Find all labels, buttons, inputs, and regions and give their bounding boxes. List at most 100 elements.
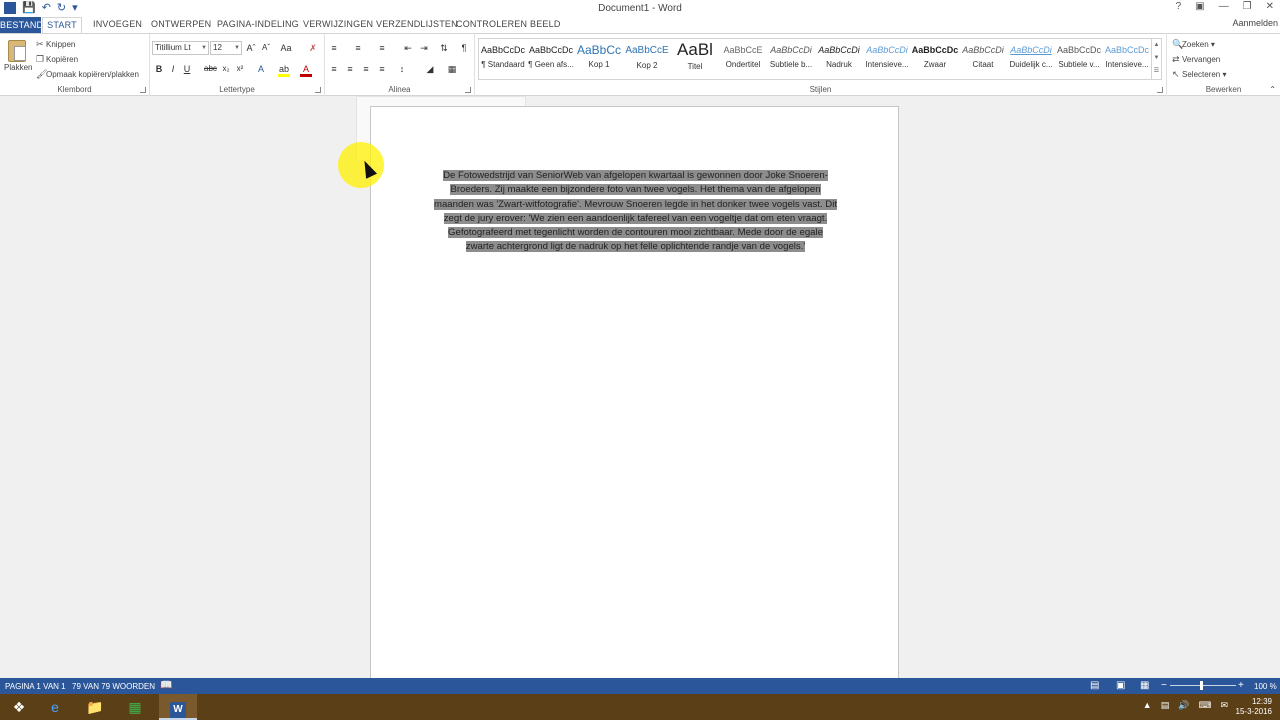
style-tile[interactable]: AaBbCcDi Subtiele b...: [767, 39, 815, 79]
window-title: Document1 - Word: [598, 3, 682, 14]
volume-icon[interactable]: 🔊: [1178, 700, 1189, 711]
proofing-icon[interactable]: 📖: [160, 680, 172, 691]
paste-icon[interactable]: [8, 40, 26, 62]
underline-icon[interactable]: U: [181, 64, 193, 74]
style-tile[interactable]: AaBbCcDc Intensieve...: [1103, 39, 1151, 79]
align-left-icon[interactable]: ≡: [328, 64, 340, 74]
font-size-box[interactable]: 12 ▼: [210, 41, 242, 55]
ribbon-tabs: BESTAND START INVOEGEN ONTWERPEN PAGINA-…: [0, 17, 1280, 34]
gallery-scroll[interactable]: ▲ ▼ ☰: [1151, 39, 1161, 79]
style-tile[interactable]: AaBbCcDi Duidelijk c...: [1007, 39, 1055, 79]
notifications-icon[interactable]: ✉: [1220, 700, 1228, 711]
font-name-box[interactable]: Titillium Lt ▼: [152, 41, 209, 55]
ribbon-display-icon[interactable]: ▣: [1195, 1, 1204, 12]
clipboard-launcher-icon[interactable]: [140, 87, 146, 93]
store-icon[interactable]: ▦: [116, 694, 154, 720]
file-explorer-icon[interactable]: 📁: [76, 694, 114, 720]
document-canvas[interactable]: De Fotowedstrijd van SeniorWeb van afgel…: [0, 96, 1280, 678]
tab-start[interactable]: START: [42, 17, 82, 34]
tab-view[interactable]: BEELD: [530, 19, 561, 29]
styles-launcher-icon[interactable]: [1157, 87, 1163, 93]
chevron-up-icon[interactable]: ▲: [1143, 700, 1152, 711]
sort-icon[interactable]: ⇅: [438, 43, 450, 54]
borders-icon[interactable]: ▦: [446, 64, 458, 75]
line-spacing-icon[interactable]: ↕: [396, 64, 408, 74]
style-tile[interactable]: AaBbCcE Ondertitel: [719, 39, 767, 79]
close-icon[interactable]: ✕: [1266, 1, 1274, 12]
numbering-icon[interactable]: ≡: [352, 43, 364, 53]
paragraph-launcher-icon[interactable]: [465, 87, 471, 93]
change-case-icon[interactable]: Aa: [280, 43, 292, 53]
cut-button[interactable]: ✂ Knippen: [36, 39, 75, 50]
word-taskbar-icon[interactable]: W: [159, 694, 197, 720]
increase-indent-icon[interactable]: ⇥: [418, 43, 430, 54]
format-painter-button[interactable]: 🖌Opmaak kopiëren/plakken: [36, 69, 139, 80]
windows-start-icon[interactable]: ❖: [0, 694, 38, 720]
style-tile[interactable]: AaBbCcDc Subtiele v...: [1055, 39, 1103, 79]
read-mode-icon[interactable]: ▤: [1090, 680, 1099, 691]
align-right-icon[interactable]: ≡: [360, 64, 372, 74]
style-tile[interactable]: AaBl Titel: [671, 39, 719, 79]
tab-layout[interactable]: PAGINA-INDELING: [217, 19, 299, 29]
word-count[interactable]: 79 VAN 79 WOORDEN: [72, 682, 155, 691]
decrease-indent-icon[interactable]: ⇤: [402, 43, 414, 54]
clear-format-icon[interactable]: ✗: [307, 43, 319, 54]
signin-link[interactable]: Aanmelden: [1232, 18, 1278, 28]
superscript-icon[interactable]: x²: [234, 64, 246, 73]
select-button[interactable]: ↖ Selecteren ▾: [1172, 69, 1227, 80]
strikethrough-icon[interactable]: abc: [204, 64, 217, 73]
zoom-thumb[interactable]: [1200, 681, 1203, 690]
internet-explorer-icon[interactable]: e: [36, 694, 74, 720]
help-icon[interactable]: ?: [1176, 1, 1182, 12]
tab-mailings[interactable]: VERZENDLIJSTEN: [376, 19, 458, 29]
copy-button[interactable]: ❐ Kopiëren: [36, 54, 78, 65]
bold-icon[interactable]: B: [153, 64, 165, 74]
text-effects-icon[interactable]: A: [255, 64, 267, 74]
style-tile[interactable]: AaBbCcDi Nadruk: [815, 39, 863, 79]
align-center-icon[interactable]: ≡: [344, 64, 356, 74]
tab-references[interactable]: VERWIJZINGEN: [303, 19, 373, 29]
web-layout-icon[interactable]: ▦: [1140, 680, 1149, 691]
style-tile[interactable]: AaBbCc Kop 1: [575, 39, 623, 79]
clock[interactable]: 12:39 15-3-2016: [1236, 697, 1272, 717]
print-layout-icon[interactable]: ▣: [1116, 680, 1125, 691]
font-color-icon[interactable]: A: [300, 64, 312, 77]
selected-paragraph[interactable]: De Fotowedstrijd van SeniorWeb van afgel…: [433, 169, 838, 255]
style-tile[interactable]: AaBbCcDc ¶ Geen afs...: [527, 39, 575, 79]
network-icon[interactable]: ▤: [1161, 700, 1170, 711]
zoom-out-icon[interactable]: −: [1161, 680, 1167, 691]
collapse-ribbon-icon[interactable]: ⌃: [1269, 85, 1276, 94]
grow-font-icon[interactable]: Aˆ: [245, 43, 257, 53]
restore-icon[interactable]: ❐: [1243, 1, 1252, 12]
zoom-level[interactable]: 100 %: [1254, 682, 1277, 691]
font-launcher-icon[interactable]: [315, 87, 321, 93]
page-count[interactable]: PAGINA 1 VAN 1: [5, 682, 66, 691]
zoom-in-icon[interactable]: +: [1238, 680, 1244, 691]
bullets-icon[interactable]: ≡: [328, 43, 340, 53]
show-marks-icon[interactable]: ¶: [458, 43, 470, 53]
shading-icon[interactable]: ◢: [424, 64, 436, 75]
italic-icon[interactable]: I: [167, 64, 179, 74]
minimize-icon[interactable]: —: [1219, 1, 1229, 12]
paste-button[interactable]: Plakken: [4, 63, 32, 72]
tab-design[interactable]: ONTWERPEN: [151, 19, 211, 29]
replace-button[interactable]: ⇄ Vervangen: [1172, 54, 1220, 65]
shrink-font-icon[interactable]: Aˇ: [260, 43, 272, 52]
highlight-icon[interactable]: ab: [278, 64, 290, 77]
style-tile[interactable]: AaBbCcDi Intensieve...: [863, 39, 911, 79]
tab-file[interactable]: BESTAND: [0, 17, 43, 33]
paragraph-label: Alinea: [388, 85, 411, 94]
keyboard-icon[interactable]: ⌨: [1198, 700, 1211, 711]
style-tile[interactable]: AaBbCcE Kop 2: [623, 39, 671, 79]
tab-review[interactable]: CONTROLEREN: [456, 19, 527, 29]
find-button[interactable]: 🔍Zoeken ▾: [1172, 39, 1215, 50]
style-tile[interactable]: AaBbCcDc ¶ Standaard: [479, 39, 527, 79]
zoom-slider[interactable]: [1170, 685, 1236, 686]
style-tile[interactable]: AaBbCcDc Zwaar: [911, 39, 959, 79]
tab-insert[interactable]: INVOEGEN: [93, 19, 142, 29]
multilevel-list-icon[interactable]: ≡: [376, 43, 388, 53]
style-tile[interactable]: AaBbCcDi Citaat: [959, 39, 1007, 79]
document-page[interactable]: De Fotowedstrijd van SeniorWeb van afgel…: [370, 106, 899, 678]
subscript-icon[interactable]: x₂: [220, 64, 232, 73]
justify-icon[interactable]: ≡: [376, 64, 388, 74]
